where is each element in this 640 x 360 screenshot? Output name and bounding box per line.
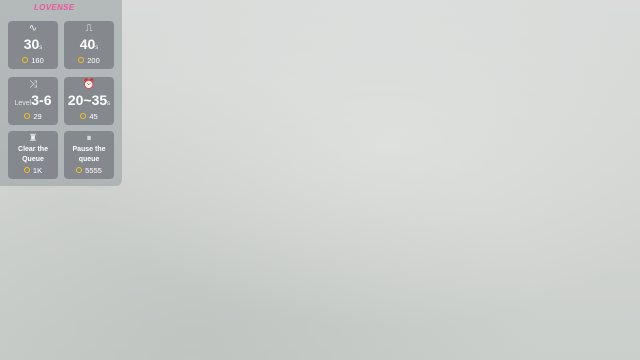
coin-icon <box>24 113 31 120</box>
tip-menu-panel: LOVENSE ∿ 30s 160 ⎍ 40s 200 ⤨ Level3-6 2… <box>0 0 122 186</box>
brand-logo: LOVENSE <box>34 3 75 12</box>
coin-icon <box>78 57 85 64</box>
tip-card-pause-queue[interactable]: ⏸ Pause the queue 5555 <box>64 131 114 179</box>
pulse-icon: ⎍ <box>85 23 93 34</box>
shuffle-icon: ⤨ <box>29 79 37 90</box>
card-price: 29 <box>8 112 58 121</box>
tip-card-random-time[interactable]: ⏰ 20~35s 45 <box>64 77 114 125</box>
card-value: 20~35s <box>67 92 111 108</box>
coin-icon <box>22 57 29 64</box>
tip-card-level[interactable]: ⤨ Level3-6 29 <box>8 77 58 125</box>
card-price: 45 <box>64 112 114 121</box>
clear-queue-icon: ♜ <box>28 133 38 144</box>
tip-card-clear-queue[interactable]: ♜ Clear the Queue 1K <box>8 131 58 179</box>
card-price: 1K <box>8 166 58 175</box>
card-value: 30s <box>23 36 43 52</box>
card-price: 160 <box>8 56 58 65</box>
coin-icon <box>23 167 30 174</box>
card-label: Pause the queue <box>72 146 106 163</box>
card-value: Level3-6 <box>14 92 52 108</box>
coin-icon <box>76 167 83 174</box>
card-price: 5555 <box>64 166 114 175</box>
alarm-icon: ⏰ <box>82 79 96 90</box>
pause-icon: ⏸ <box>86 133 92 144</box>
tip-card-40s[interactable]: ⎍ 40s 200 <box>64 21 114 69</box>
coin-icon <box>80 113 87 120</box>
tip-card-30s[interactable]: ∿ 30s 160 <box>8 21 58 69</box>
card-label: Clear the Queue <box>18 146 48 163</box>
card-price: 200 <box>64 56 114 65</box>
wave-icon: ∿ <box>28 23 38 34</box>
card-value: 40s <box>79 36 99 52</box>
